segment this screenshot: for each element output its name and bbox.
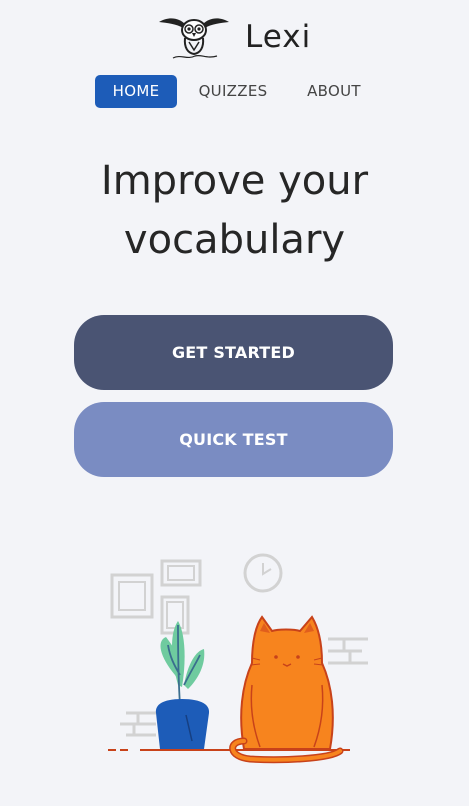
get-started-button[interactable]: GET STARTED [74,315,393,390]
main-nav: HOME QUIZZES ABOUT [0,75,469,108]
nav-item-quizzes[interactable]: QUIZZES [193,75,273,108]
brand-name[interactable]: Lexi [245,22,311,53]
owl-logo-icon[interactable] [157,14,231,62]
nav-item-home[interactable]: HOME [95,75,177,108]
cat-and-plant-illustration [100,545,380,775]
plant-icon [155,621,210,749]
picture-frame-icon [110,559,202,635]
nav-item-about[interactable]: ABOUT [296,75,372,108]
headline-line-2: vocabulary [123,217,346,263]
brick-wall-right [328,637,368,665]
quick-test-button[interactable]: QUICK TEST [74,402,393,477]
page: Lexi HOME QUIZZES ABOUT Improve your voc… [0,0,469,806]
cat-icon [229,615,344,764]
page-title: Improve your vocabulary [0,152,469,270]
brick-wall-left [120,711,156,737]
clock-icon [243,553,283,593]
headline-line-1: Improve your [100,158,369,204]
